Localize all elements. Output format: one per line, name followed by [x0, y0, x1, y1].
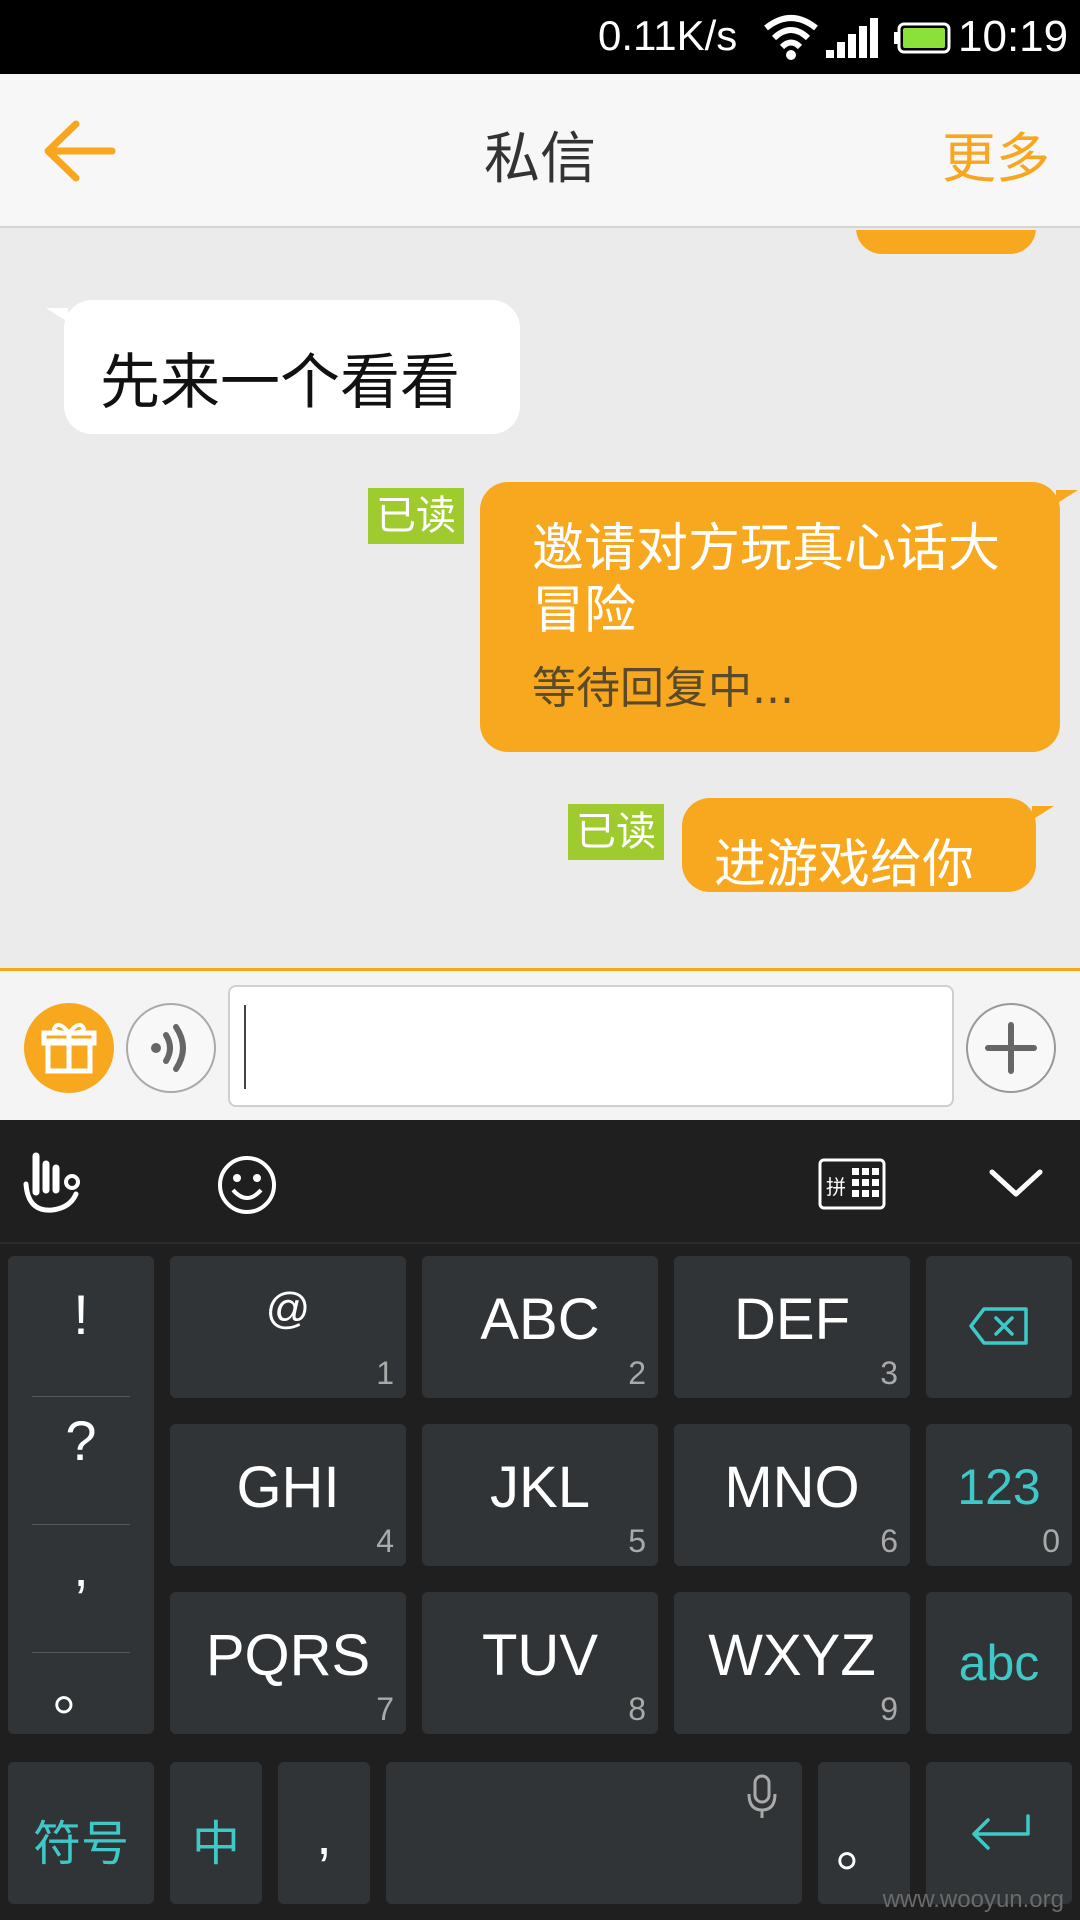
key-4[interactable]: GHI 4: [170, 1424, 406, 1566]
gift-icon: [41, 1022, 97, 1074]
key-2[interactable]: ABC 2: [422, 1256, 658, 1398]
signal-icon: [826, 18, 878, 58]
message-status-text: 等待回复中...: [532, 663, 794, 714]
text-caret: [244, 1005, 246, 1089]
svg-text:拼: 拼: [826, 1175, 846, 1199]
keyboard-toolbar: 拼: [0, 1120, 1080, 1244]
enter-icon: [972, 1814, 1030, 1850]
app-header: 私信 更多: [0, 74, 1080, 228]
key-6[interactable]: MNO 6: [674, 1424, 910, 1566]
wifi-icon: [764, 15, 818, 60]
key-period-punct[interactable]: 。: [8, 1646, 154, 1727]
network-speed: 0.11K/s: [598, 12, 738, 59]
clock: 10:19: [958, 12, 1069, 61]
gift-button[interactable]: [24, 1003, 114, 1093]
enter-key[interactable]: [926, 1762, 1072, 1904]
chevron-down-icon[interactable]: [988, 1164, 1044, 1200]
key-question[interactable]: ?: [8, 1408, 154, 1473]
composer-bar: [0, 968, 1080, 1120]
backspace-icon: [969, 1307, 1028, 1345]
message-bubble-outgoing[interactable]: 邀请对方玩真心话大冒险 等待回复中...: [480, 482, 1078, 752]
key-3[interactable]: DEF 3: [674, 1256, 910, 1398]
gesture-icon[interactable]: [18, 1146, 88, 1218]
message-bubble-partial: [856, 230, 1036, 254]
backspace-key[interactable]: [926, 1256, 1072, 1398]
space-key[interactable]: [386, 1762, 802, 1904]
more-button[interactable]: 更多: [942, 114, 1050, 193]
key-1[interactable]: @ 1: [170, 1256, 406, 1398]
message-text: 先来一个看看: [100, 348, 460, 418]
period-key[interactable]: 。: [818, 1762, 910, 1904]
comma-key[interactable]: ,: [278, 1762, 370, 1904]
key-comma-punct[interactable]: ,: [8, 1534, 154, 1599]
voice-button[interactable]: [126, 1003, 216, 1093]
pinyin-keyboard-icon[interactable]: 拼: [818, 1158, 886, 1210]
message-input[interactable]: [228, 985, 954, 1107]
attach-button[interactable]: [966, 1003, 1056, 1093]
symbols-key[interactable]: 符号: [8, 1762, 154, 1904]
page-title: 私信: [484, 127, 596, 192]
punctuation-column: ! ? , 。: [8, 1256, 154, 1734]
message-bubble-outgoing[interactable]: 进游戏给你: [682, 798, 1054, 895]
voice-icon: [151, 1024, 186, 1072]
key-5[interactable]: JKL 5: [422, 1424, 658, 1566]
emoji-icon[interactable]: [216, 1154, 278, 1216]
keyboard: ! ? , 。 @ 1 ABC 2 DEF 3 GHI 4 JKL 5 MNO …: [0, 1244, 1080, 1920]
read-badge: 已读: [568, 804, 664, 860]
key-8[interactable]: TUV 8: [422, 1592, 658, 1734]
key-exclamation[interactable]: !: [8, 1282, 154, 1347]
message-bubble-incoming[interactable]: 先来一个看看: [46, 300, 520, 434]
watermark: www.wooyun.org: [882, 1886, 1064, 1913]
mic-icon: [747, 1774, 777, 1818]
key-9[interactable]: WXYZ 9: [674, 1592, 910, 1734]
read-badge: 已读: [368, 488, 464, 544]
chinese-mode-key[interactable]: 中: [170, 1762, 262, 1904]
plus-icon: [985, 1022, 1037, 1074]
key-7[interactable]: PQRS 7: [170, 1592, 406, 1734]
message-text: 邀请对方玩真心话大冒险: [532, 519, 1001, 641]
abc-mode-key[interactable]: abc: [926, 1592, 1072, 1734]
message-list[interactable]: 先来一个看看 已读 邀请对方玩真心话大冒险 等待回复中... 已读 进游戏给你: [0, 230, 1080, 968]
numeric-mode-key[interactable]: 123 0: [926, 1424, 1072, 1566]
status-bar: 0.11K/s 10:19: [0, 0, 1080, 74]
battery-icon: [894, 22, 951, 54]
message-text: 进游戏给你: [714, 835, 975, 895]
